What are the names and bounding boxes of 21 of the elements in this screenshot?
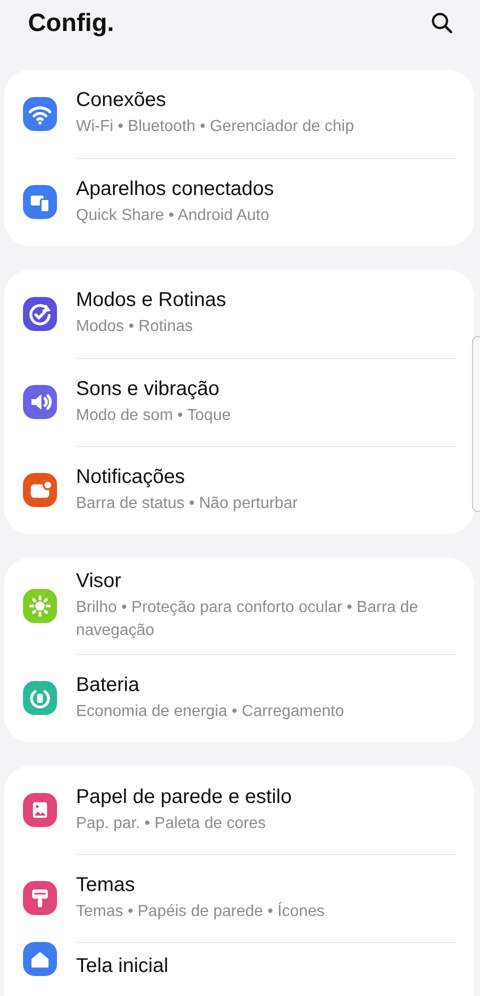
- setting-title[interactable]: Sons e vibração: [76, 378, 456, 401]
- setting-summary: Temas • Papéis de parede • Ícones: [76, 901, 326, 922]
- setting-title[interactable]: Tela inicial: [76, 955, 456, 978]
- setting-title[interactable]: Conexões: [76, 89, 456, 112]
- setting-title[interactable]: Aparelhos conectados: [76, 178, 456, 201]
- setting-summary: Wi-Fi • Bluetooth • Gerenciador de chip: [76, 117, 355, 138]
- setting-summary: Quick Share • Android Auto: [76, 206, 270, 226]
- setting-summary: Barra de status • Não perturbar: [76, 494, 299, 514]
- setting-title[interactable]: Notificações: [76, 466, 456, 489]
- setting-title[interactable]: Papel de parede e estilo: [76, 786, 456, 809]
- setting-title[interactable]: Bateria: [76, 674, 456, 698]
- search-icon[interactable]: [430, 11, 454, 35]
- setting-summary: Modos • Rotinas: [76, 317, 194, 338]
- setting-title[interactable]: Visor: [76, 570, 456, 593]
- setting-title[interactable]: Modos e Rotinas: [76, 289, 456, 312]
- setting-summary: Economia de energia • Carregamento: [76, 702, 345, 722]
- page-title: Config.: [28, 8, 114, 38]
- setting-title[interactable]: Temas: [76, 874, 456, 898]
- setting-summary: Pap. par. • Paleta de cores: [76, 814, 267, 834]
- setting-summary: Modo de som • Toque: [76, 406, 232, 426]
- setting-summary: Brilho • Proteção para conforto ocular • Barra de navegação: [76, 598, 420, 642]
